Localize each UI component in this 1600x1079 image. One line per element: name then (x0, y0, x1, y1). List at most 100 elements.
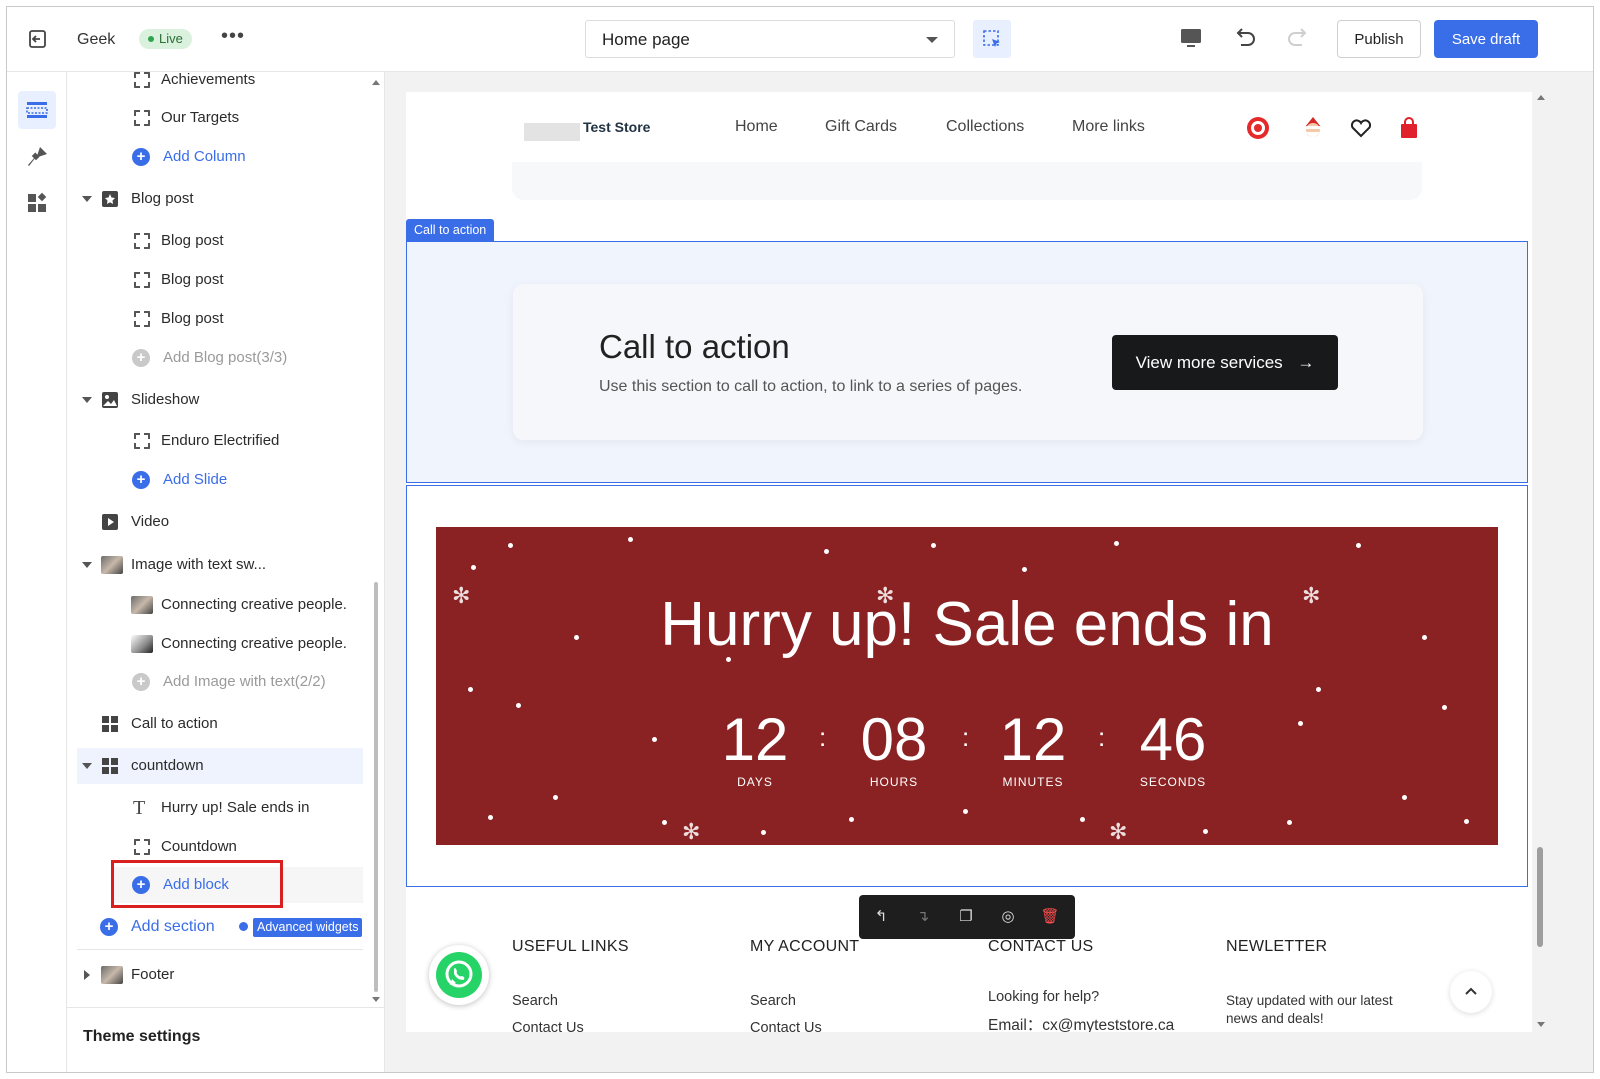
add-slide-button[interactable]: + Add Slide (67, 462, 367, 498)
block-icon (134, 839, 150, 855)
store-logo[interactable] (524, 123, 580, 141)
snow-dot (662, 820, 667, 825)
theme-tab[interactable] (18, 138, 56, 176)
section-thumbnail (101, 556, 123, 574)
sections-tab[interactable] (18, 91, 56, 129)
footer-link-search[interactable]: Search (750, 993, 796, 1009)
block-icon (134, 433, 150, 449)
cta-card: Call to action Use this section to call … (513, 284, 1423, 440)
shopping-bag-icon[interactable] (1396, 115, 1422, 141)
nav-collections[interactable]: Collections (946, 118, 1024, 136)
tree-label: Footer (131, 966, 175, 983)
tree-section-blog-post[interactable]: Blog post (67, 181, 367, 217)
save-draft-button[interactable]: Save draft (1434, 20, 1538, 58)
preview-scroll-thumb[interactable] (1537, 847, 1543, 947)
cta-title[interactable]: Call to action (599, 328, 790, 366)
tree-block-connecting-1[interactable]: Connecting creative people. (67, 587, 367, 623)
snow-dot (1356, 543, 1361, 548)
page-select[interactable]: Home page (585, 20, 955, 58)
nav-home[interactable]: Home (735, 118, 778, 136)
footer-newsletter-text: Stay updated with our latest (1226, 993, 1393, 1008)
redo-icon[interactable] (1284, 24, 1312, 52)
chevron-up-icon (1465, 987, 1477, 995)
add-column-button[interactable]: + Add Column (67, 139, 367, 175)
apps-tab[interactable] (18, 185, 56, 223)
collapse-arrow-icon[interactable] (82, 397, 92, 403)
snow-dot (468, 687, 473, 692)
tree-label: Image with text sw... (131, 556, 267, 573)
block-icon (134, 233, 150, 249)
target-icon[interactable] (1245, 115, 1271, 141)
footer-newsletter-text-2: news and deals! (1226, 1011, 1324, 1026)
countdown-days-label: DAYS (737, 775, 773, 789)
move-up-icon[interactable]: ↰ (870, 906, 892, 928)
tree-block-our-targets[interactable]: Our Targets (67, 100, 367, 136)
tree-block-enduro-electrified[interactable]: Enduro Electrified (67, 423, 367, 459)
scroll-up-icon[interactable] (1536, 92, 1546, 102)
more-options-icon[interactable]: ••• (221, 25, 245, 48)
santa-icon[interactable] (1300, 115, 1326, 141)
store-name[interactable]: Test Store (583, 119, 650, 135)
theme-settings-button[interactable]: Theme settings (67, 1007, 384, 1072)
storefront-canvas: Test Store Home Gift Cards Collections M… (406, 92, 1532, 1032)
status-badge: Live (139, 29, 192, 49)
collapse-arrow-icon[interactable] (82, 196, 92, 202)
undo-icon[interactable] (1231, 24, 1259, 52)
collapse-arrow-icon[interactable] (82, 763, 92, 769)
footer-link-contact[interactable]: Contact Us (512, 1020, 584, 1032)
store-header[interactable]: Test Store Home Gift Cards Collections M… (406, 92, 1532, 227)
snow-dot (1316, 687, 1321, 692)
tree-label: Slideshow (131, 391, 200, 408)
countdown-title[interactable]: Hurry up! Sale ends in (436, 589, 1498, 660)
back-to-top-button[interactable] (1450, 971, 1492, 1013)
heart-icon[interactable] (1348, 115, 1374, 141)
footer-link-search[interactable]: Search (512, 993, 558, 1009)
expand-arrow-icon[interactable] (84, 970, 90, 980)
tree-block-blog-post-3[interactable]: Blog post (67, 301, 367, 337)
tree-section-image-with-text[interactable]: Image with text sw... (67, 547, 367, 583)
inspect-select-button[interactable] (973, 20, 1011, 58)
delete-icon[interactable]: 🗑 (1039, 906, 1061, 928)
snow-dot (849, 817, 854, 822)
snow-dot (1298, 721, 1303, 726)
top-bar: Geek Live ••• Home page Publish Save dra… (7, 7, 1593, 72)
snow-dot (488, 815, 493, 820)
countdown-days-value: 12 (721, 706, 789, 773)
store-name: Geek (77, 31, 116, 48)
advanced-widgets-button[interactable]: Advanced widgets (253, 918, 363, 937)
view-more-services-button[interactable]: View more services → (1112, 335, 1338, 390)
tree-section-countdown[interactable]: countdown (77, 748, 363, 784)
countdown-section[interactable]: ✻ ✻ ✻ ✻ ✻ Hurry up! Sale ends in 12 DAYS… (406, 485, 1528, 887)
tree-block-connecting-2[interactable]: Connecting creative people. (67, 626, 367, 662)
whatsapp-button[interactable] (429, 945, 489, 1005)
sidebar-scroll-thumb[interactable] (374, 582, 378, 992)
tree-block-hurry-up[interactable]: T Hurry up! Sale ends in (67, 790, 367, 826)
scroll-down-icon[interactable] (371, 995, 381, 1005)
tree-label: Connecting creative people. (161, 596, 347, 613)
tree-block-achievements[interactable]: Achievements (67, 72, 367, 98)
footer-email[interactable]: Email：cx@myteststore.ca (988, 1013, 1174, 1032)
scroll-up-icon[interactable] (371, 77, 381, 87)
tree-section-video[interactable]: Video (67, 504, 367, 540)
scroll-down-icon[interactable] (1536, 1020, 1546, 1030)
cta-description[interactable]: Use this section to call to action, to l… (599, 378, 1022, 396)
tree-section-slideshow[interactable]: Slideshow (67, 382, 367, 418)
tree-section-call-to-action[interactable]: Call to action (67, 706, 367, 742)
move-down-icon[interactable]: ↴ (912, 906, 934, 928)
publish-button[interactable]: Publish (1337, 20, 1421, 58)
tree-block-blog-post-1[interactable]: Blog post (67, 223, 367, 259)
call-to-action-section[interactable]: Call to action Use this section to call … (406, 241, 1528, 483)
desktop-view-icon[interactable] (1177, 24, 1205, 52)
exit-icon[interactable] (27, 29, 49, 49)
footer-link-contact[interactable]: Contact Us (750, 1020, 822, 1032)
tree-section-footer[interactable]: Footer (67, 957, 367, 993)
nav-more-links[interactable]: More links (1072, 118, 1145, 136)
tree-block-blog-post-2[interactable]: Blog post (67, 262, 367, 298)
duplicate-icon[interactable]: ❐ (955, 906, 977, 928)
nav-gift-cards[interactable]: Gift Cards (825, 118, 897, 136)
snow-dot (471, 565, 476, 570)
countdown-seconds-label: SECONDS (1139, 775, 1207, 789)
plus-circle-icon: + (132, 471, 150, 489)
collapse-arrow-icon[interactable] (82, 562, 92, 568)
hide-icon[interactable]: ◎ (997, 906, 1019, 928)
